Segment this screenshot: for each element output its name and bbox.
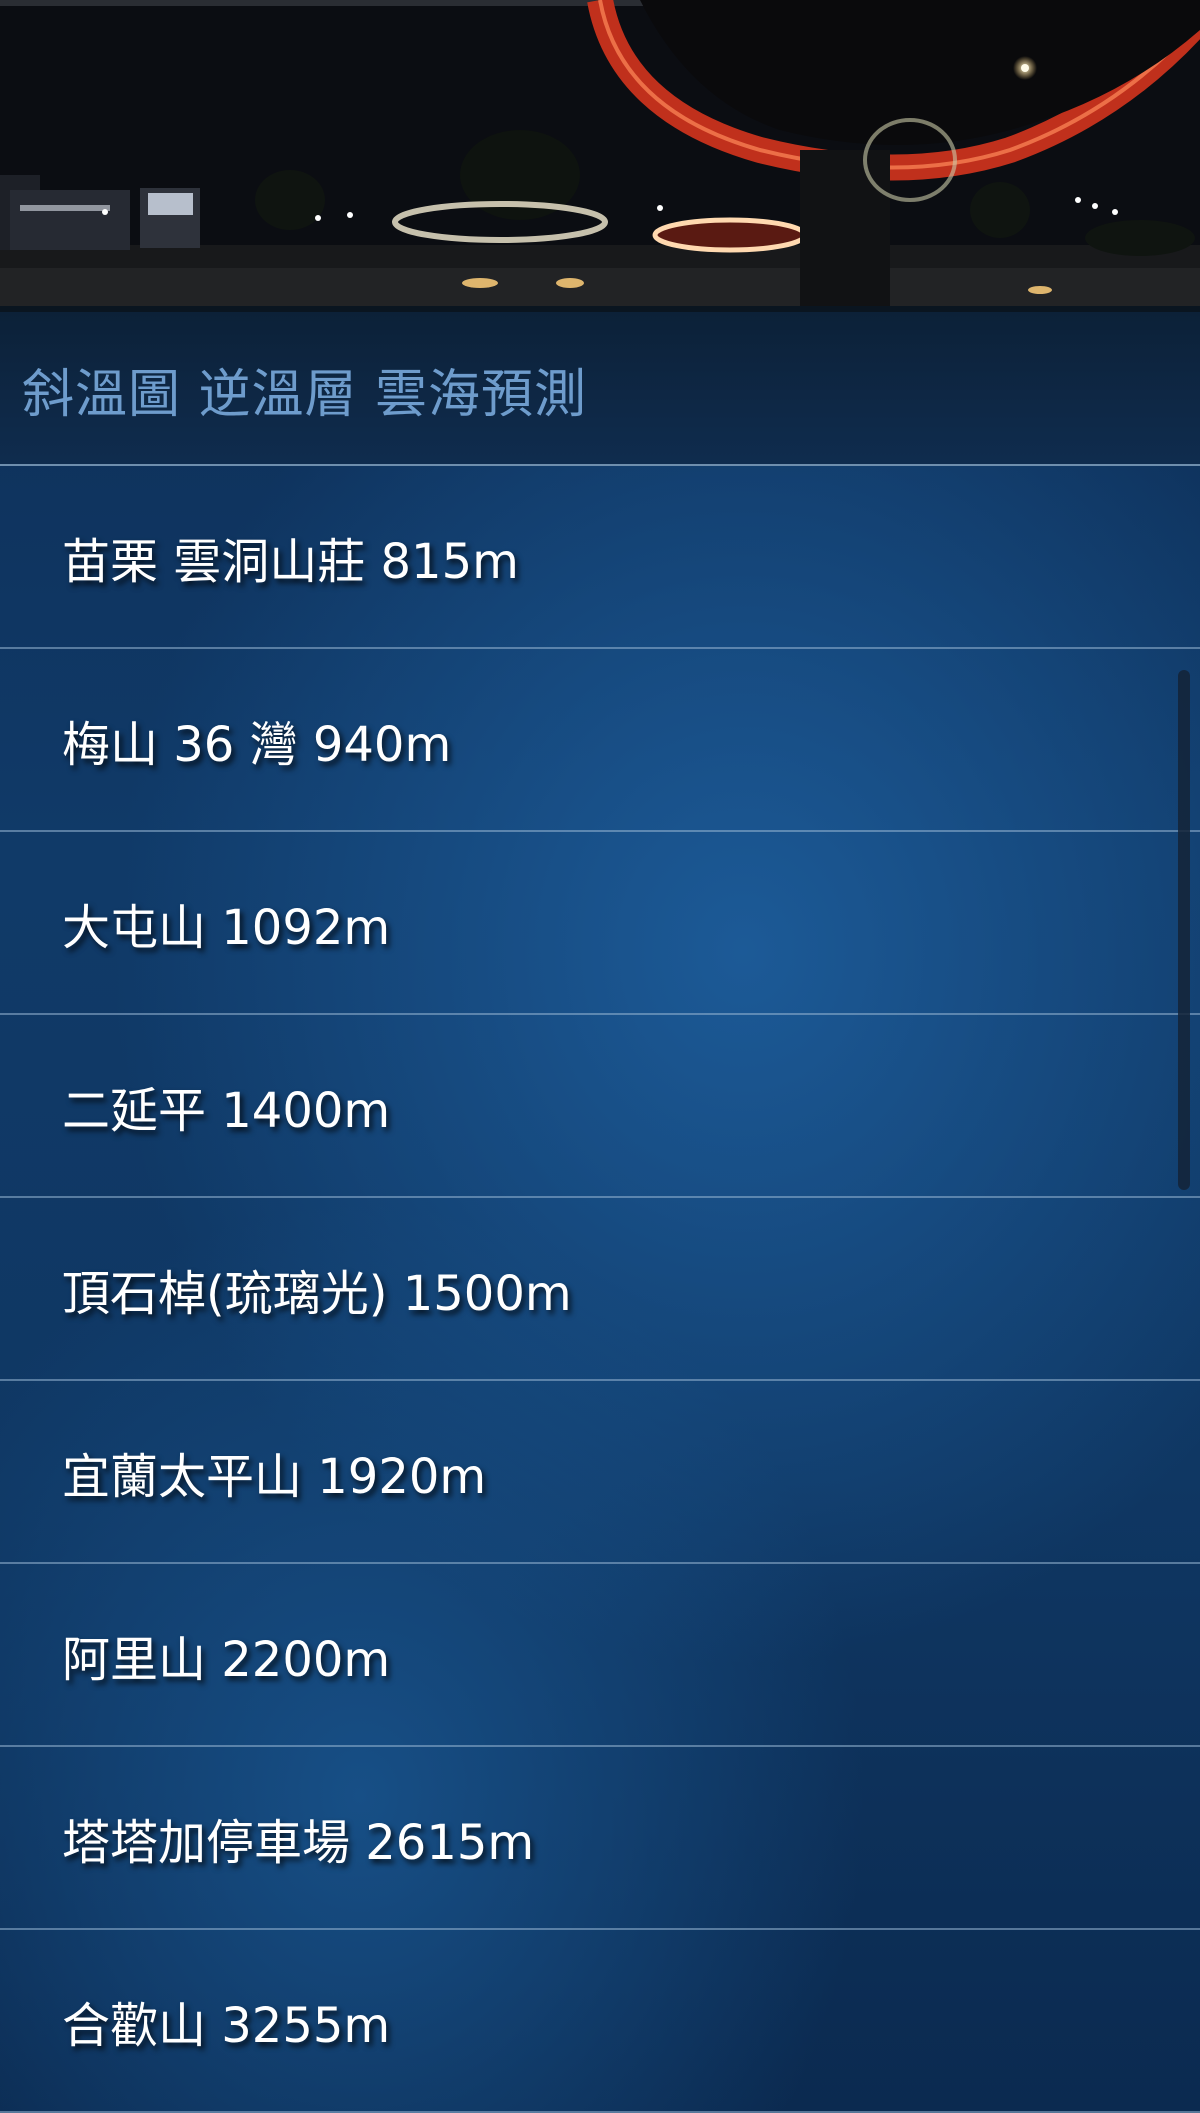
- list-item[interactable]: 大屯山 1092m: [0, 832, 1200, 1015]
- list-item-label: 二延平 1400m: [62, 1082, 391, 1139]
- station-list: 苗栗 雲洞山莊 815m 梅山 36 灣 940m 大屯山 1092m 二延平 …: [0, 466, 1200, 2113]
- header-photo: [0, 0, 1200, 312]
- page-title: 斜溫圖 逆溫層 雲海預測: [22, 365, 588, 425]
- app-screen: 斜溫圖 逆溫層 雲海預測 苗栗 雲洞山莊 815m 梅山 36 灣 940m 大…: [0, 0, 1200, 2113]
- list-item[interactable]: 梅山 36 灣 940m: [0, 649, 1200, 832]
- list-item-label: 頂石棹(琉璃光) 1500m: [62, 1265, 572, 1322]
- list-item-label: 阿里山 2200m: [62, 1631, 391, 1688]
- list-item[interactable]: 合歡山 3255m: [0, 1930, 1200, 2113]
- title-bar: 斜溫圖 逆溫層 雲海預測: [0, 312, 1200, 466]
- night-park-bridge-photo: [0, 0, 1200, 312]
- list-item[interactable]: 二延平 1400m: [0, 1015, 1200, 1198]
- list-item-label: 梅山 36 灣 940m: [62, 716, 452, 773]
- scrollbar[interactable]: [1178, 670, 1190, 1190]
- list-item-label: 大屯山 1092m: [62, 899, 391, 956]
- list-item[interactable]: 苗栗 雲洞山莊 815m: [0, 466, 1200, 649]
- list-item-label: 合歡山 3255m: [62, 1997, 391, 2054]
- list-item-label: 宜蘭太平山 1920m: [62, 1448, 487, 1505]
- list-item[interactable]: 頂石棹(琉璃光) 1500m: [0, 1198, 1200, 1381]
- list-item[interactable]: 塔塔加停車場 2615m: [0, 1747, 1200, 1930]
- list-item-label: 苗栗 雲洞山莊 815m: [62, 533, 519, 590]
- list-item[interactable]: 阿里山 2200m: [0, 1564, 1200, 1747]
- list-item[interactable]: 宜蘭太平山 1920m: [0, 1381, 1200, 1564]
- list-item-label: 塔塔加停車場 2615m: [62, 1814, 535, 1871]
